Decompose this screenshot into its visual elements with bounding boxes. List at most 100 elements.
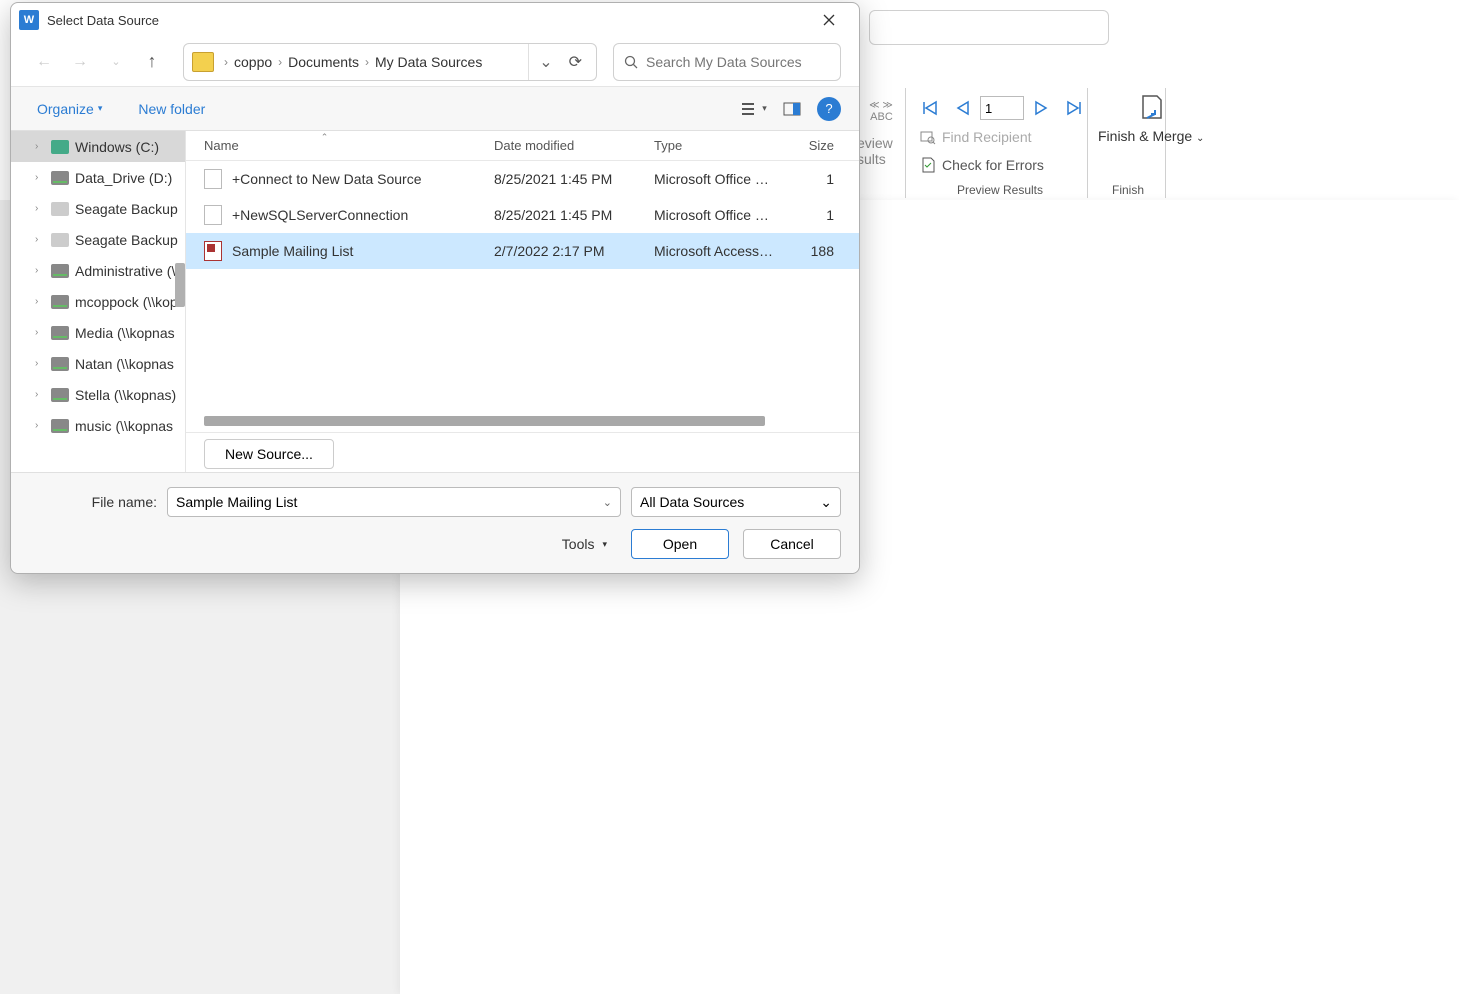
tree-item[interactable]: › Seagate Backup: [11, 224, 185, 255]
record-number-input[interactable]: [980, 96, 1024, 120]
chevron-right-icon[interactable]: ›: [35, 420, 45, 431]
dialog-footer: File name: Sample Mailing List ⌄ All Dat…: [11, 472, 859, 573]
tell-me-box[interactable]: [869, 10, 1109, 45]
group-divider: [905, 88, 906, 198]
file-date: 2/7/2022 2:17 PM: [494, 243, 654, 259]
breadcrumb[interactable]: › coppo › Documents › My Data Sources ⌄ …: [183, 43, 597, 81]
file-type-filter[interactable]: All Data Sources ⌄: [631, 487, 841, 517]
recent-dropdown[interactable]: ⌄: [101, 47, 131, 77]
column-size[interactable]: Size: [774, 138, 834, 153]
file-name: Sample Mailing List: [232, 243, 494, 259]
organize-button[interactable]: Organize ▾: [29, 97, 110, 121]
tree-item[interactable]: ›Windows (C:): [11, 131, 185, 162]
column-name[interactable]: Name ⌃: [204, 138, 494, 153]
drive-icon: [51, 264, 69, 278]
check-errors-button[interactable]: Check for Errors: [916, 154, 1048, 176]
view-options-button[interactable]: ▾: [739, 94, 769, 124]
tree-item[interactable]: ›Data_Drive (D:): [11, 162, 185, 193]
tree-item[interactable]: ›Administrative (\: [11, 255, 185, 286]
new-folder-button[interactable]: New folder: [130, 97, 213, 121]
breadcrumb-segment[interactable]: My Data Sources: [375, 54, 482, 70]
file-name-value: Sample Mailing List: [176, 494, 297, 510]
finish-merge-icon: [1135, 92, 1167, 124]
first-record-icon[interactable]: [916, 97, 946, 119]
chevron-right-icon[interactable]: ›: [218, 55, 234, 69]
horizontal-scroll-track[interactable]: [186, 414, 859, 432]
search-input[interactable]: [646, 54, 830, 70]
cancel-button[interactable]: Cancel: [743, 529, 841, 559]
chevron-right-icon[interactable]: ›: [272, 55, 288, 69]
tree-item-label: music (\\kopnas: [75, 418, 173, 434]
breadcrumb-segment[interactable]: coppo: [234, 54, 272, 70]
word-app-icon: W: [19, 10, 39, 30]
select-data-source-dialog: W Select Data Source ← → ⌄ ↑ › coppo › D…: [10, 2, 860, 574]
tree-item[interactable]: › Stella (\\kopnas): [11, 379, 185, 410]
file-size: 1: [774, 171, 834, 187]
file-name-combo[interactable]: Sample Mailing List ⌄: [167, 487, 621, 517]
search-box[interactable]: [613, 43, 841, 81]
prev-record-icon[interactable]: [950, 97, 976, 119]
chevron-right-icon[interactable]: ›: [35, 296, 45, 307]
chevron-right-icon[interactable]: ›: [35, 203, 45, 214]
file-name: +Connect to New Data Source: [232, 171, 494, 187]
file-row[interactable]: +NewSQLServerConnection8/25/2021 1:45 PM…: [186, 197, 859, 233]
next-record-icon[interactable]: [1028, 97, 1054, 119]
tree-item[interactable]: › music (\\kopnas: [11, 410, 185, 441]
forward-button[interactable]: →: [65, 47, 95, 77]
file-row[interactable]: Sample Mailing List2/7/2022 2:17 PMMicro…: [186, 233, 859, 269]
preview-results-group-label: Preview Results: [916, 183, 1084, 197]
help-button[interactable]: ?: [817, 97, 841, 121]
chevron-right-icon[interactable]: ›: [35, 389, 45, 400]
open-button[interactable]: Open: [631, 529, 729, 559]
back-button[interactable]: ←: [29, 47, 59, 77]
drive-icon: [51, 295, 69, 309]
file-date: 8/25/2021 1:45 PM: [494, 171, 654, 187]
check-errors-icon: [920, 157, 936, 173]
chevron-down-icon[interactable]: ⌄: [603, 496, 612, 509]
refresh-button[interactable]: ⟳: [563, 52, 588, 72]
chevron-right-icon[interactable]: ›: [359, 55, 375, 69]
preview-pane-button[interactable]: [777, 94, 807, 124]
tree-item-label: Stella (\\kopnas): [75, 387, 176, 403]
drive-icon: [51, 140, 69, 154]
chevron-down-icon: ▾: [98, 103, 103, 114]
new-source-button[interactable]: New Source...: [204, 439, 334, 469]
tools-dropdown[interactable]: Tools ▾: [562, 536, 607, 552]
breadcrumb-segment[interactable]: Documents: [288, 54, 359, 70]
chevron-down-icon[interactable]: ⌄: [820, 494, 832, 511]
file-row[interactable]: +Connect to New Data Source8/25/2021 1:4…: [186, 161, 859, 197]
tree-item-label: mcoppock (\\kop: [75, 294, 178, 310]
file-list-area: Name ⌃ Date modified Type Size +Connect …: [186, 131, 859, 472]
close-button[interactable]: [807, 5, 851, 35]
tree-item[interactable]: ›Natan (\\kopnas: [11, 348, 185, 379]
tree-item[interactable]: › mcoppock (\\kop: [11, 286, 185, 317]
column-type[interactable]: Type: [654, 138, 774, 153]
organize-label: Organize: [37, 101, 94, 117]
chevron-right-icon[interactable]: ›: [35, 265, 45, 276]
horizontal-scrollbar[interactable]: [204, 416, 765, 426]
filter-value: All Data Sources: [640, 494, 744, 510]
find-recipient-button[interactable]: Find Recipient: [916, 126, 1036, 148]
find-recipient-label: Find Recipient: [942, 129, 1032, 145]
chevron-right-icon[interactable]: ›: [35, 358, 45, 369]
tree-item[interactable]: ›Media (\\kopnas: [11, 317, 185, 348]
up-button[interactable]: ↑: [137, 47, 167, 77]
breadcrumb-dropdown[interactable]: ⌄: [528, 44, 562, 80]
tree-item-label: Seagate Backup: [75, 232, 178, 248]
check-errors-label: Check for Errors: [942, 157, 1044, 173]
dialog-body: ›Windows (C:)›Data_Drive (D:)›Seagate Ba…: [11, 131, 859, 472]
file-icon: [204, 169, 222, 189]
chevron-right-icon[interactable]: ›: [35, 327, 45, 338]
chevron-right-icon[interactable]: ›: [35, 234, 45, 245]
chevron-right-icon[interactable]: ›: [35, 141, 45, 152]
chevron-right-icon[interactable]: ›: [35, 172, 45, 183]
sidebar-scrollbar[interactable]: [175, 263, 185, 307]
finish-group-label: Finish: [1095, 183, 1161, 197]
column-date[interactable]: Date modified: [494, 138, 654, 153]
finish-merge-label: Finish & Merge: [1098, 128, 1192, 144]
last-record-icon[interactable]: [1058, 97, 1088, 119]
tree-item-label: Seagate Backup: [75, 201, 178, 217]
finish-merge-button[interactable]: Finish & Merge ⌄: [1098, 92, 1204, 145]
tree-item[interactable]: › Seagate Backup: [11, 193, 185, 224]
file-type: Microsoft Office D...: [654, 207, 774, 223]
